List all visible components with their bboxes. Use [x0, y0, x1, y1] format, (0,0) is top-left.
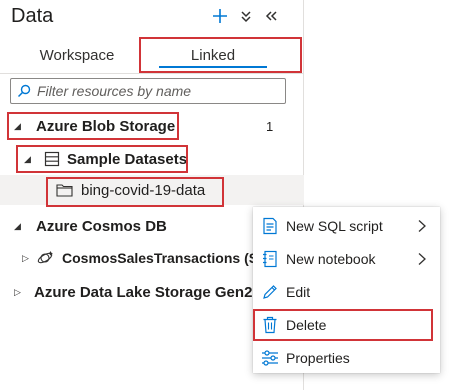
menu-item-delete[interactable]: Delete — [253, 308, 440, 341]
menu-item-new-notebook[interactable]: New notebook — [253, 242, 440, 275]
tree-item-label: Azure Blob Storage — [36, 117, 176, 135]
collapse-panel-button[interactable] — [259, 4, 283, 28]
expand-all-button[interactable] — [234, 4, 258, 28]
expanded-caret-icon[interactable]: ◢ — [14, 221, 24, 232]
menu-item-properties[interactable]: Properties — [253, 341, 440, 374]
tree-item-azure-blob-storage[interactable]: ◢ Azure Blob Storage 1 — [0, 111, 304, 141]
chevron-right-icon — [418, 252, 426, 265]
folder-icon — [56, 183, 73, 197]
tab-divider — [0, 73, 304, 74]
plus-icon — [213, 9, 227, 23]
menu-item-new-sql-script[interactable]: New SQL script — [253, 209, 440, 242]
sql-script-icon — [261, 217, 279, 235]
collapsed-caret-icon[interactable]: ▷ — [14, 287, 24, 298]
double-chevron-left-icon — [265, 11, 277, 21]
context-menu: New SQL script New notebook Edit Delete … — [253, 207, 440, 373]
menu-item-label: New notebook — [286, 250, 376, 267]
tree-item-label: bing-covid-19-data — [81, 181, 206, 199]
menu-item-edit[interactable]: Edit — [253, 275, 440, 308]
search-icon — [17, 84, 31, 98]
search-input[interactable] — [37, 83, 277, 99]
tree-item-label: CosmosSalesTransactions (Sales — [62, 250, 286, 266]
menu-item-label: Edit — [286, 283, 311, 300]
expanded-caret-icon[interactable]: ◢ — [24, 154, 34, 165]
tab-bar: Workspace Linked — [0, 40, 304, 74]
chevron-right-icon — [418, 219, 426, 232]
menu-item-label: Properties — [286, 349, 350, 366]
cosmos-container-icon — [36, 249, 54, 267]
trash-icon — [261, 316, 279, 334]
item-count: 1 — [266, 118, 274, 134]
tree-item-sample-datasets[interactable]: ◢ Sample Datasets — [0, 144, 304, 174]
tree-item-label: Sample Datasets — [67, 150, 188, 168]
active-tab-indicator — [159, 66, 267, 68]
panel-title: Data — [11, 5, 54, 27]
expanded-caret-icon[interactable]: ◢ — [14, 121, 24, 132]
menu-item-label: Delete — [286, 316, 327, 333]
tree-item-label: Azure Data Lake Storage Gen2 — [34, 283, 253, 301]
notebook-icon — [261, 250, 279, 268]
double-chevron-down-icon — [241, 11, 251, 23]
collapsed-caret-icon[interactable]: ▷ — [22, 253, 32, 264]
sliders-icon — [261, 349, 279, 367]
search-box — [10, 78, 286, 104]
tree-item-bing-covid-19-data[interactable]: bing-covid-19-data — [0, 175, 304, 205]
tab-workspace[interactable]: Workspace — [22, 40, 132, 70]
menu-item-label: New SQL script — [286, 217, 383, 234]
database-icon — [44, 151, 60, 167]
pencil-icon — [261, 283, 279, 301]
add-button[interactable] — [208, 4, 232, 28]
tree-item-label: Azure Cosmos DB — [36, 217, 167, 235]
